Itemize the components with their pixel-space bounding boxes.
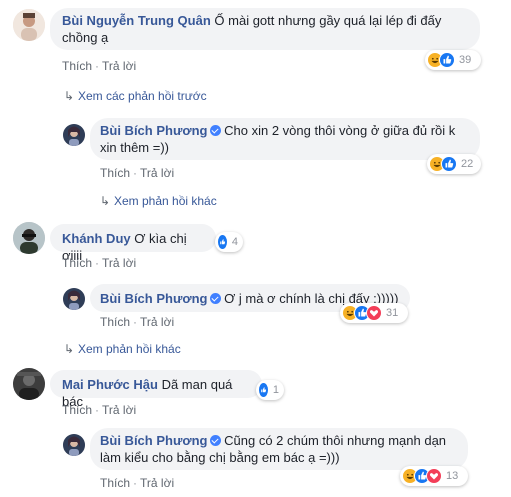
avatar[interactable]	[63, 288, 85, 310]
reaction-count: 13	[446, 470, 459, 482]
love-icon	[426, 468, 442, 484]
view-previous-replies[interactable]: ↳ Xem các phản hồi trước	[64, 89, 207, 103]
comment-actions: Thích · Trả lời	[100, 315, 175, 329]
avatar[interactable]	[63, 124, 85, 146]
view-more-replies[interactable]: ↳ Xem phản hồi khác	[64, 342, 181, 356]
comment-text: xin thêm =))	[100, 140, 169, 155]
comment-bubble: Bùi Bích Phương Cho xin 2 vòng thôi vòng…	[90, 118, 480, 160]
reaction-summary[interactable]: 39	[425, 50, 481, 70]
author-name[interactable]: Bùi Bích Phương	[100, 123, 208, 138]
like-link[interactable]: Thích	[62, 403, 92, 417]
comment-actions: Thích · Trả lời	[62, 256, 137, 270]
reply-arrow-icon: ↳	[64, 89, 75, 103]
like-link[interactable]: Thích	[62, 256, 92, 270]
comment-bubble: Khánh Duy Ơ kìa chị ơiiii	[50, 224, 216, 263]
comment-actions: Thích · Trả lời	[62, 403, 137, 417]
comment-bubble: Bùi Nguyễn Trung Quân Ố mài gott nhưng g…	[50, 8, 480, 50]
avatar[interactable]	[13, 222, 45, 254]
like-icon	[217, 234, 228, 250]
comment-bubble: Bùi Bích Phương Cũng có 2 chúm thôi nhưn…	[90, 428, 468, 470]
comment-actions: Thích · Trả lời	[100, 476, 175, 490]
reply-link[interactable]: Trả lời	[102, 59, 136, 73]
reaction-count: 22	[461, 158, 474, 170]
reaction-summary[interactable]: 1	[256, 380, 284, 400]
like-icon	[439, 52, 455, 68]
comment-text: Cho xin 2 vòng thôi vòng ở giữa đủ rồi k	[224, 123, 456, 138]
avatar[interactable]	[13, 368, 45, 400]
reply-arrow-icon: ↳	[64, 342, 75, 356]
reaction-count: 31	[386, 307, 399, 319]
reaction-count: 39	[459, 54, 472, 66]
reaction-count: 4	[231, 236, 238, 248]
verified-badge-icon	[209, 293, 221, 304]
reaction-summary[interactable]: 22	[427, 154, 481, 174]
avatar[interactable]	[13, 9, 45, 41]
author-name[interactable]: Bùi Bích Phương	[100, 291, 208, 306]
reply-arrow-icon: ↳	[100, 194, 111, 208]
author-name[interactable]: Bùi Nguyễn Trung Quân	[62, 13, 211, 28]
reply-link[interactable]: Trả lời	[140, 476, 174, 490]
like-link[interactable]: Thích	[100, 476, 130, 490]
reaction-count: 1	[272, 384, 279, 396]
author-name[interactable]: Bùi Bích Phương	[100, 433, 208, 448]
avatar[interactable]	[63, 434, 85, 456]
verified-badge-icon	[209, 125, 221, 136]
comment-text: chồng ạ	[62, 30, 109, 45]
reply-link[interactable]: Trả lời	[140, 315, 174, 329]
comment-text: làm kiểu cho bằng chị bằng em bác ạ =)))	[100, 450, 340, 465]
reply-link[interactable]: Trả lời	[102, 256, 136, 270]
reaction-summary[interactable]: 4	[215, 232, 243, 252]
comment-actions: Thích · Trả lời	[100, 166, 175, 180]
verified-badge-icon	[209, 435, 221, 446]
love-icon	[366, 305, 382, 321]
view-more-replies[interactable]: ↳ Xem phản hồi khác	[100, 194, 217, 208]
author-name[interactable]: Khánh Duy	[62, 231, 131, 246]
like-icon	[258, 382, 269, 398]
comment-bubble: Mai Phước Hậu Dã man quá bác	[50, 370, 262, 409]
comment-text: Ố mài gott nhưng gầy quá lại lép đi đấy	[214, 13, 442, 28]
reply-link[interactable]: Trả lời	[140, 166, 174, 180]
reaction-summary[interactable]: 31	[340, 303, 408, 323]
like-link[interactable]: Thích	[100, 315, 130, 329]
reaction-summary[interactable]: 13	[400, 466, 468, 486]
reply-link[interactable]: Trả lời	[102, 403, 136, 417]
author-name[interactable]: Mai Phước Hậu	[62, 377, 158, 392]
like-link[interactable]: Thích	[62, 59, 92, 73]
like-link[interactable]: Thích	[100, 166, 130, 180]
comment-actions: Thích · Trả lời	[62, 59, 137, 73]
like-icon	[441, 156, 457, 172]
comment-text: Cũng có 2 chúm thôi nhưng mạnh dạn	[224, 433, 447, 448]
